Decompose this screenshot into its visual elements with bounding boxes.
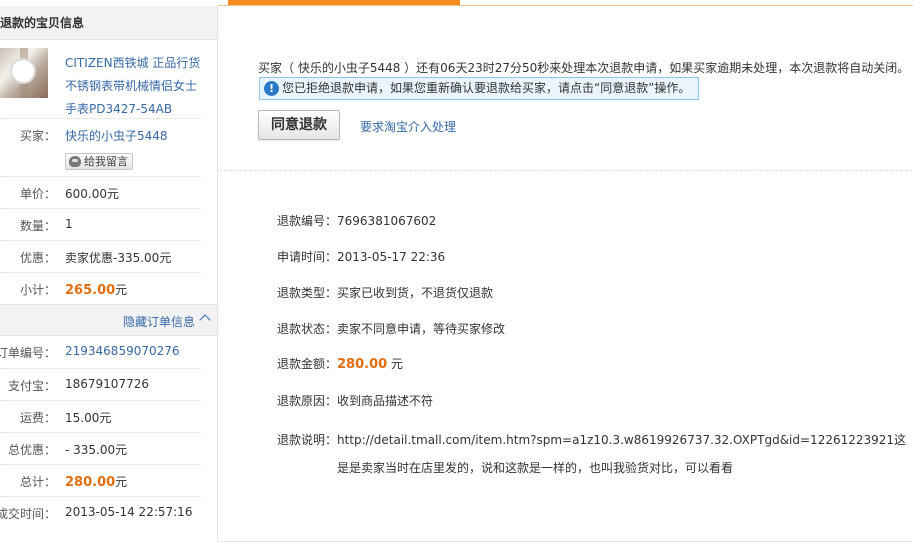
apply-time-label: 申请时间：	[277, 250, 338, 264]
buyer-deadline-notice: 买家（ 快乐的小虫子5448 ）还有06天23时27分50秒来处理本次退款申请，…	[258, 61, 910, 75]
price-row: 单价： 600.00元	[0, 176, 202, 208]
refund-number-value: 7696381067602	[337, 214, 437, 228]
deal-time-label: 成交时间：	[0, 507, 56, 521]
product-info: CITIZEN西铁城 正品行货 不锈钢表带机械情侣女士手表PD3427-54AB	[0, 40, 217, 118]
rejection-tip-text: 您已拒绝退款申请，如果您重新确认要退款给买家，请点击“同意退款”操作。	[282, 81, 691, 95]
shipping-value: 15.00元	[65, 411, 112, 425]
total-discount-label: 总优惠：	[7, 443, 56, 457]
leave-message-label: 给我留言	[84, 155, 128, 168]
total-unit: 元	[115, 475, 128, 489]
deal-time-row: 成交时间： 2013-05-14 22:57:16	[0, 496, 202, 528]
refund-amount-row: 退款金额：280.00 元	[277, 355, 403, 372]
refund-amount-label: 退款金额：	[277, 357, 338, 371]
refund-reason-label: 退款原因：	[277, 394, 338, 408]
order-number-row: 订单编号： 219346859070276	[0, 336, 202, 368]
refund-description-row: 退款说明： http://detail.tmall.com/item.htm?s…	[277, 426, 913, 482]
refund-type-value: 买家已收到货，不退货仅退款	[337, 286, 494, 300]
quantity-value: 1	[65, 217, 73, 231]
deal-time-value: 2013-05-14 22:57:16	[65, 505, 193, 519]
discount-row: 优惠： 卖家优惠-335.00元	[0, 240, 202, 272]
total-amount: 280.00	[65, 475, 116, 490]
refund-main-panel: 买家（ 快乐的小虫子5448 ）还有06天23时27分50秒来处理本次退款申请，…	[219, 6, 913, 542]
discount-label: 优惠：	[19, 251, 56, 265]
refund-description-value: http://detail.tmall.com/item.htm?spm=a1z…	[337, 433, 907, 475]
subtotal-amount: 265.00	[65, 283, 116, 298]
refund-status-value: 卖家不同意申请，等待买家修改	[337, 322, 506, 336]
sidebar: 退款的宝贝信息 CITIZEN西铁城 正品行货 不锈钢表带机械情侣女士手表PD3…	[0, 6, 218, 542]
total-row: 总计： 280.00元	[0, 464, 202, 496]
alipay-row: 支付宝： 18679107726	[0, 368, 202, 400]
hide-order-info-toggle[interactable]: 隐藏订单信息	[0, 304, 217, 336]
refund-number-row: 退款编号：7696381067602	[277, 212, 436, 229]
order-number-link[interactable]: 219346859070276	[65, 344, 180, 358]
section-divider	[219, 170, 913, 171]
price-label: 单价：	[19, 187, 56, 201]
refund-amount-value: 280.00 元	[337, 357, 404, 372]
sidebar-header: 退款的宝贝信息	[0, 6, 217, 40]
quantity-row: 数量： 1	[0, 208, 202, 240]
discount-value: 卖家优惠-335.00元	[65, 251, 172, 265]
refund-status-label: 退款状态：	[277, 322, 338, 336]
refund-reason-value: 收到商品描述不符	[337, 394, 434, 408]
subtotal-value: 265.00元	[65, 281, 127, 298]
refund-status-row: 退款状态：卖家不同意申请，等待买家修改	[277, 320, 505, 337]
price-value: 600.00元	[65, 187, 119, 201]
subtotal-unit: 元	[115, 283, 128, 297]
apply-time-value: 2013-05-17 22:36	[337, 250, 446, 264]
hide-order-info-label: 隐藏订单信息	[122, 315, 195, 329]
request-taobao-intervention-link[interactable]: 要求淘宝介入处理	[360, 118, 456, 135]
product-thumbnail[interactable]	[0, 48, 48, 98]
total-discount-value: - 335.00元	[65, 443, 128, 457]
watch-face	[10, 58, 36, 84]
info-icon: !	[264, 81, 279, 96]
refund-type-label: 退款类型：	[277, 286, 338, 300]
product-title-link[interactable]: CITIZEN西铁城 正品行货 不锈钢表带机械情侣女士手表PD3427-54AB	[65, 52, 205, 121]
refund-reason-row: 退款原因：收到商品描述不符	[277, 392, 433, 409]
buyer-row: 买家： 快乐的小虫子5448 给我留言	[0, 118, 202, 176]
avatar-icon	[69, 156, 81, 167]
refund-amount: 280.00	[337, 357, 388, 372]
leave-message-button[interactable]: 给我留言	[65, 153, 133, 170]
quantity-label: 数量：	[19, 219, 56, 233]
rejection-tip: ! 您已拒绝退款申请，如果您重新确认要退款给买家，请点击“同意退款”操作。	[259, 77, 699, 100]
buyer-link[interactable]: 快乐的小虫子5448	[65, 127, 168, 144]
agree-refund-button[interactable]: 同意退款	[258, 110, 340, 140]
shipping-row: 运费： 15.00元	[0, 400, 202, 432]
alipay-label: 支付宝：	[7, 379, 56, 393]
refund-amount-unit: 元	[391, 357, 404, 371]
alipay-value: 18679107726	[65, 377, 149, 391]
refund-type-row: 退款类型：买家已收到货，不退货仅退款	[277, 284, 493, 301]
refund-number-label: 退款编号：	[277, 214, 338, 228]
order-number-label: 订单编号：	[0, 346, 56, 360]
chevron-up-icon	[199, 314, 211, 326]
subtotal-row: 小计： 265.00元	[0, 272, 202, 304]
subtotal-label: 小计：	[19, 283, 56, 297]
total-discount-row: 总优惠： - 335.00元	[0, 432, 202, 464]
buyer-label: 买家：	[19, 129, 56, 143]
apply-time-row: 申请时间：2013-05-17 22:36	[277, 248, 445, 265]
shipping-label: 运费：	[19, 411, 56, 425]
total-label: 总计：	[19, 475, 56, 489]
refund-description-label: 退款说明：	[277, 433, 338, 447]
total-value: 280.00元	[65, 473, 127, 490]
